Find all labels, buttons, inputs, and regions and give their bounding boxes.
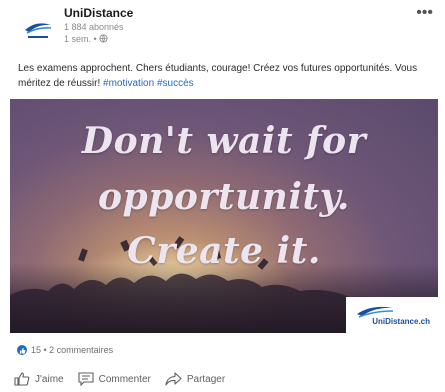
brand-badge: UniDistance.ch — [346, 297, 438, 333]
globe-icon — [99, 34, 108, 43]
reaction-count: 15 • 2 commentaires — [31, 345, 114, 355]
comment-button[interactable]: Commenter — [78, 372, 151, 386]
follower-count: 1 884 abonnés — [64, 22, 124, 32]
unidistance-logo-icon — [25, 23, 52, 38]
like-button[interactable]: J'aime — [14, 372, 64, 386]
like-reaction-icon — [17, 345, 27, 355]
author-name[interactable]: UniDistance — [64, 6, 133, 21]
post-body-text: Les examens approchent. Chers étudiants,… — [18, 63, 418, 89]
quote-line-1: Don't wait for — [81, 120, 367, 162]
quote-line-3: Create it. — [127, 230, 321, 272]
comment-icon — [78, 372, 94, 386]
brand-label: UniDistance.ch — [372, 317, 430, 326]
post-time: 1 sem. • — [64, 33, 133, 45]
like-label: J'aime — [35, 373, 64, 385]
share-label: Partager — [186, 373, 226, 385]
share-button[interactable]: Partager — [165, 372, 225, 386]
post-header: UniDistance 1 884 abonnés 1 sem. • ••• — [20, 4, 435, 54]
more-dots-icon: ••• — [416, 4, 433, 21]
thumbs-up-icon — [14, 372, 30, 386]
post-image[interactable]: Don't wait for opportunity. Create it. U… — [10, 99, 438, 333]
more-options-button[interactable]: ••• — [416, 4, 433, 22]
post-card: UniDistance 1 884 abonnés 1 sem. • ••• L… — [0, 0, 445, 392]
comment-label: Commenter — [98, 373, 151, 385]
quote-line-2: opportunity. — [98, 176, 350, 218]
reaction-summary[interactable]: 15 • 2 commentaires — [17, 343, 113, 357]
hashtag-motivation[interactable]: #motivation — [103, 78, 154, 89]
company-avatar[interactable] — [20, 10, 56, 46]
hashtag-succes[interactable]: #succès — [157, 78, 194, 89]
share-icon — [165, 372, 182, 386]
post-time-text: 1 sem. • — [64, 34, 97, 44]
post-text: Les examens approchent. Chers étudiants,… — [18, 61, 438, 91]
author-block: UniDistance 1 884 abonnés 1 sem. • — [64, 6, 133, 45]
post-actions: J'aime Commenter Partager — [14, 370, 225, 388]
